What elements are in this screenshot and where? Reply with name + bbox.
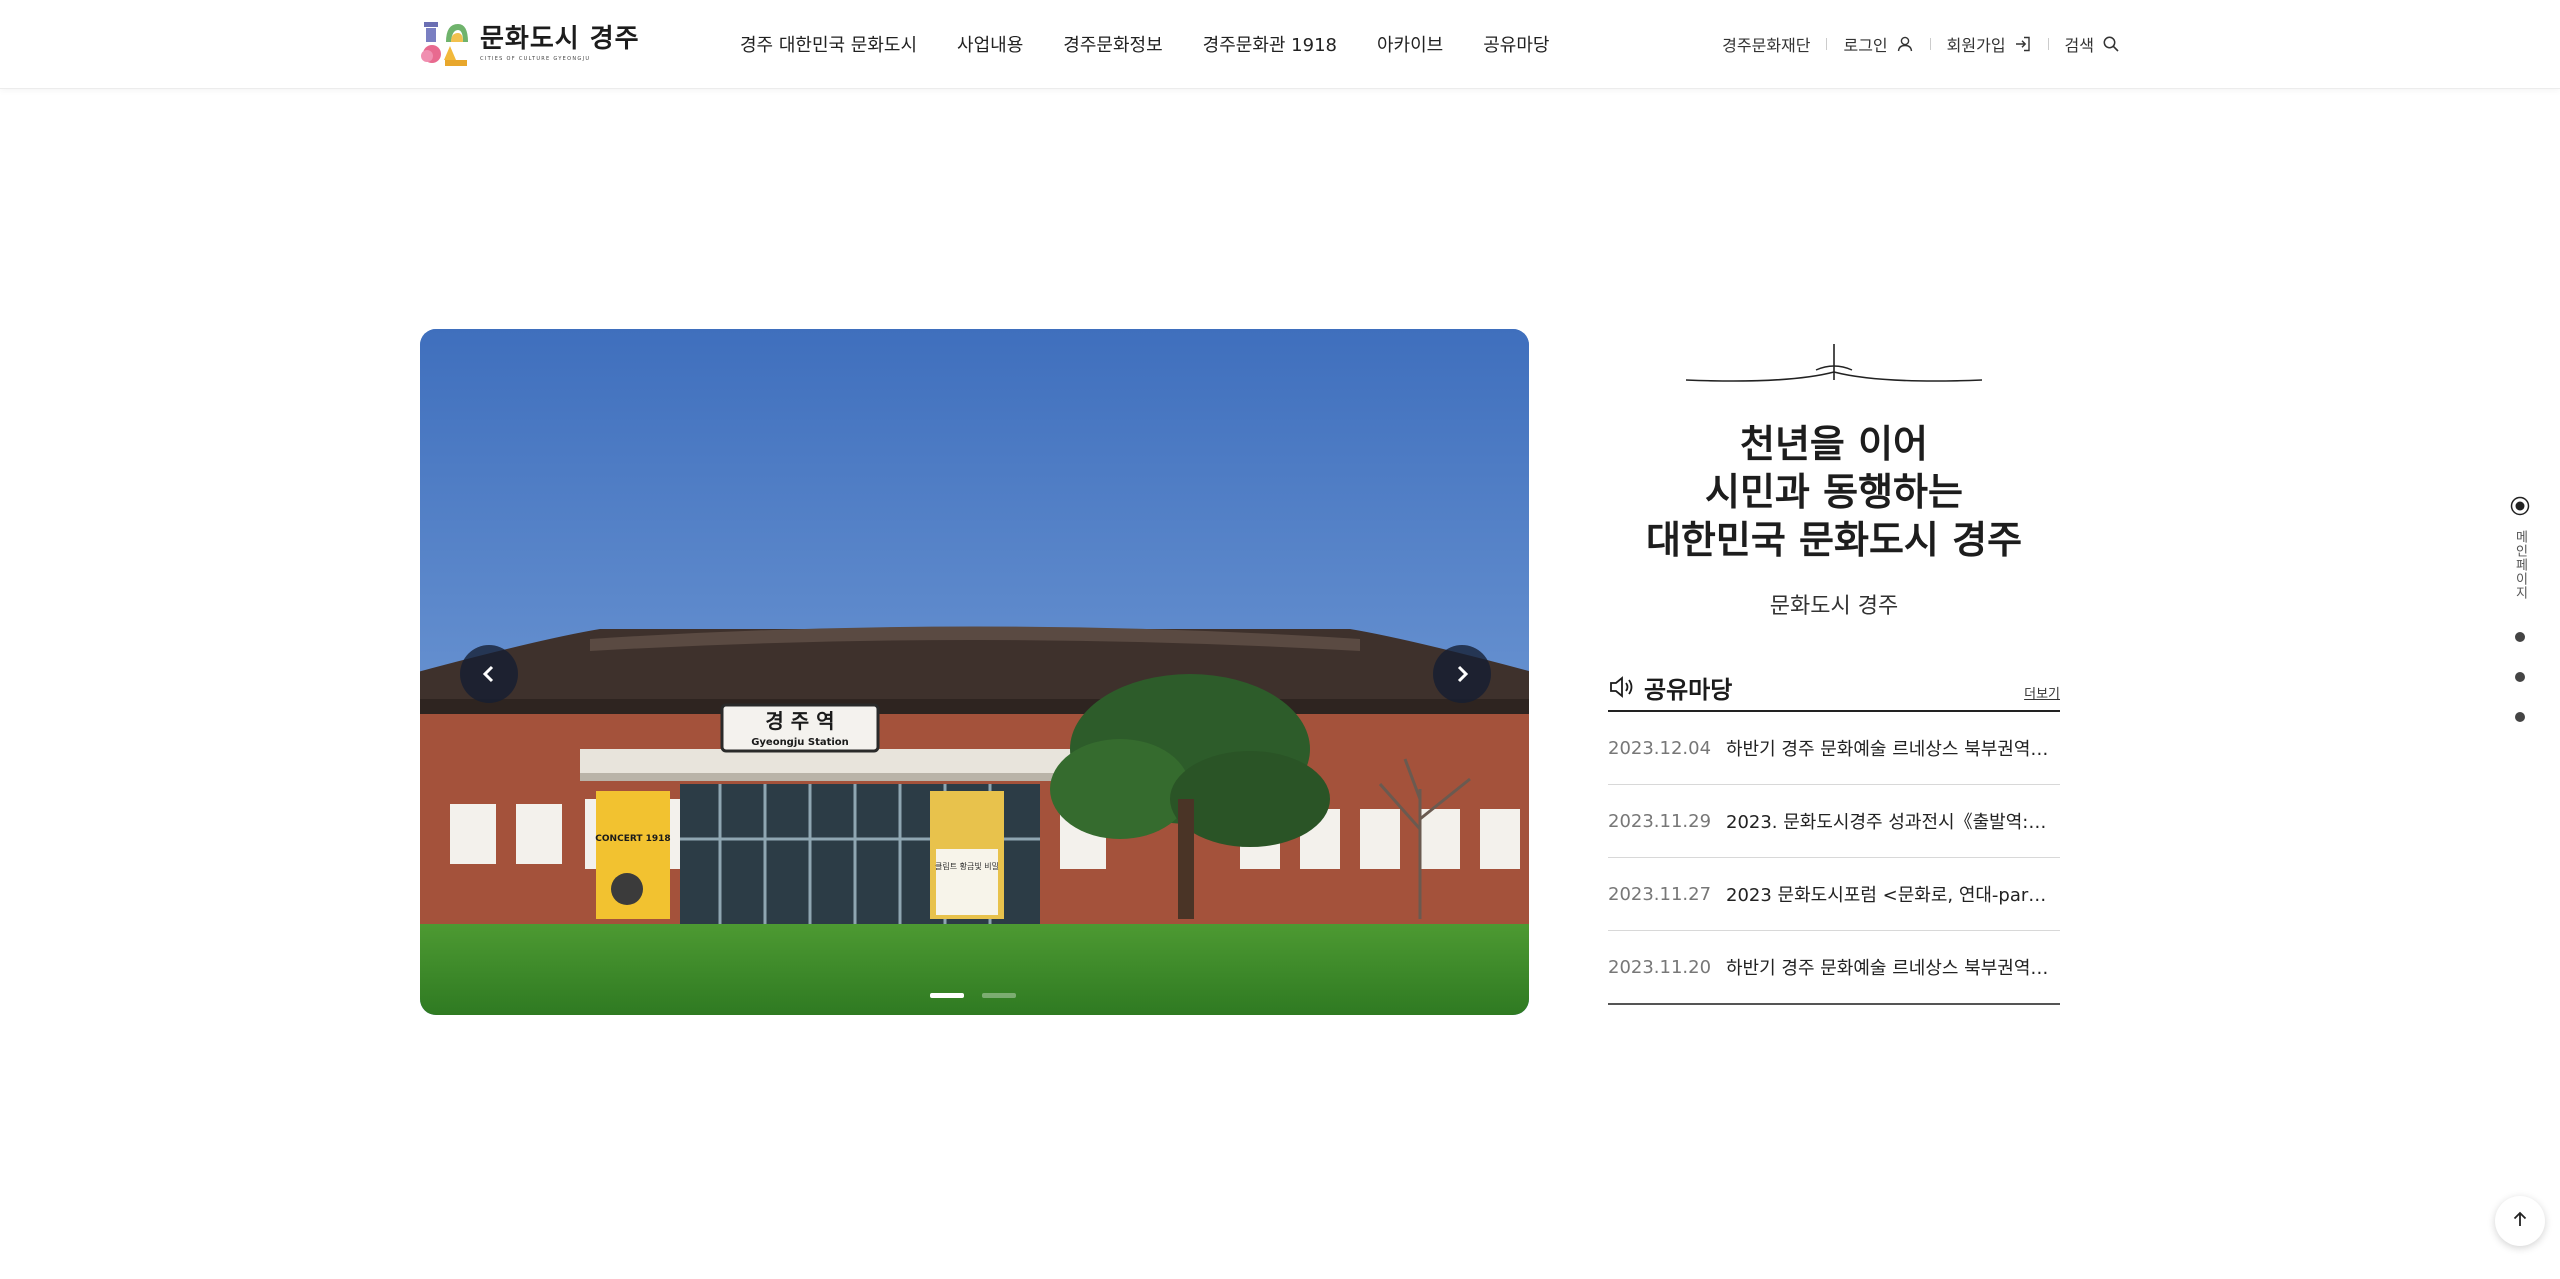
nav-item-culture-hall-1918[interactable]: 경주문화관 1918 [1203,31,1337,57]
slide-dot-2[interactable] [982,993,1016,998]
post-title: 하반기 경주 문화예술 르네상스 북부권역 행사 안내 [1726,958,2060,979]
section-pager: 메인페이지 [2506,496,2534,722]
foundation-link[interactable]: 경주문화재단 [1722,32,1810,56]
board-row[interactable]: 2023.11.27 2023 문화도시포럼 <문화로, 연대-part3. 지… [1608,858,2060,931]
nav-item-share[interactable]: 공유마당 [1483,31,1549,57]
sign-in-icon [2014,35,2032,53]
nav-item-projects[interactable]: 사업내용 [957,31,1023,57]
pager-active-icon[interactable] [2510,496,2530,520]
pager-dot-3[interactable] [2515,672,2525,682]
main-slogan: 천년을 이어 시민과 동행하는 대한민국 문화도시 경주 [1608,420,2060,564]
arrow-up-icon [2510,1209,2530,1233]
station-sign-english: Gyeongju Station [751,737,849,748]
signup-link[interactable]: 회원가입 [1947,32,2032,56]
search-label: 검색 [2064,36,2094,55]
divider [1826,38,1828,50]
slogan-subtitle: 문화도시 경주 [1769,594,1899,619]
more-link[interactable]: 더보기 [2024,683,2060,702]
slide-dot-1[interactable] [930,993,964,998]
divider [2047,38,2049,50]
divider [1929,38,1931,50]
search-icon [2102,35,2120,53]
login-label: 로그인 [1843,36,1888,55]
slide-prev-button[interactable] [460,645,518,703]
scroll-top-button[interactable] [2495,1196,2545,1246]
board-row[interactable]: 2023.11.20 하반기 경주 문화예술 르네상스 북부권역 행사 안내 [1608,931,2060,1005]
slogan-line-2: 시민과 동행하는 [1705,469,1963,514]
login-link[interactable]: 로그인 [1843,32,1913,56]
post-date: 2023.12.04 [1608,737,1712,759]
board-row[interactable]: 2023.11.29 2023. 문화도시경주 성과전시《출발역:문화도시 경주… [1608,785,2060,858]
chevron-right-icon [1451,663,1473,685]
roof-ornament-icon [1685,344,1983,382]
station-sign: 경 주 역 [765,709,834,733]
post-title: 2023 문화도시포럼 <문화로, 연대-part3. 지역> [1726,885,2060,906]
concert-poster: CONCERT 1918 [595,834,670,844]
slogan-line-3: 대한민국 문화도시 경주 [1645,517,2023,562]
post-date: 2023.11.20 [1608,956,1712,978]
nav-item-archive[interactable]: 아카이브 [1377,31,1443,57]
search-link[interactable]: 검색 [2065,32,2120,56]
user-icon [1896,35,1914,53]
pager-label: 메인페이지 [2512,530,2528,600]
logo-title: 문화도시 경주 [480,24,640,54]
post-date: 2023.11.27 [1608,883,1712,905]
board-title: 공유마당 [1608,670,1732,705]
pager-dot-4[interactable] [2515,712,2525,722]
nav-item-culture-info[interactable]: 경주문화정보 [1063,31,1162,57]
board-title-label: 공유마당 [1644,675,1733,704]
slide-pagination [930,993,1034,998]
signup-label: 회원가입 [1946,36,2006,55]
utility-menu: 경주문화재단 로그인 회원가입 검색 [1722,0,2120,88]
board-row[interactable]: 2023.12.04 하반기 경주 문화예술 르네상스 북부권역 행사 안내 [1608,712,2060,785]
slogan-line-1: 천년을 이어 [1739,421,1929,466]
slide-next-button[interactable] [1433,645,1491,703]
post-title: 2023. 문화도시경주 성과전시《출발역:문화도시 경주》 [1726,812,2060,833]
logo-emblem-icon [420,20,470,68]
post-title: 하반기 경주 문화예술 르네상스 북부권역 행사 안내 [1726,739,2060,760]
post-date: 2023.11.29 [1608,810,1712,832]
main-visual-slider[interactable]: 경 주 역 Gyeongju Station CONCERT 1918 클림트 … [420,329,1529,1015]
slide-image-gyeongju-station: 경 주 역 Gyeongju Station CONCERT 1918 클림트 … [420,329,1529,1015]
speaker-icon [1608,675,1638,699]
klimt-poster: 클림트 황금빛 비밀 [935,861,999,871]
logo-subtitle: CITIES OF CULTURE GYEONGJU [480,56,591,62]
intro-panel: 천년을 이어 시민과 동행하는 대한민국 문화도시 경주 문화도시 경주 [1608,340,2060,620]
board-header: 공유마당 더보기 [1608,664,2060,712]
site-logo[interactable]: 문화도시 경주 CITIES OF CULTURE GYEONGJU [420,20,640,68]
share-board: 공유마당 더보기 2023.12.04 하반기 경주 문화예술 르네상스 북부권… [1608,664,2060,1005]
nav-item-culture-city[interactable]: 경주 대한민국 문화도시 [740,31,917,57]
site-header: 문화도시 경주 CITIES OF CULTURE GYEONGJU 경주 대한… [0,0,2560,89]
main-nav: 경주 대한민국 문화도시 사업내용 경주문화정보 경주문화관 1918 아카이브… [740,0,1590,88]
pager-dot-2[interactable] [2515,632,2525,642]
chevron-left-icon [478,663,500,685]
